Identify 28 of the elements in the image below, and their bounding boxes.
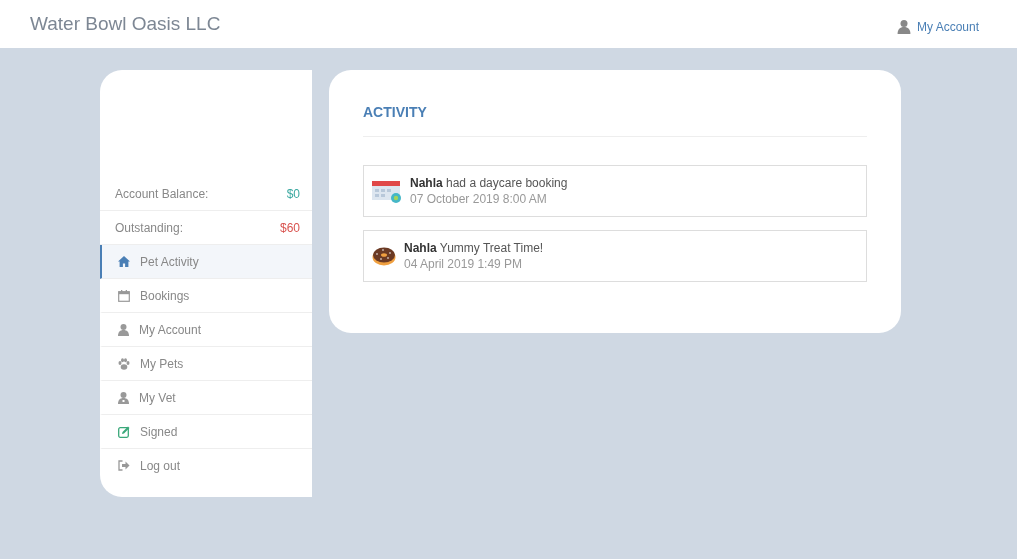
user-icon	[118, 323, 129, 336]
nav-item[interactable]: Log out	[100, 449, 312, 482]
balance-label: Account Balance:	[115, 186, 209, 201]
activity-text: Nahla Yummy Treat Time!	[404, 241, 544, 255]
doctor-icon	[118, 391, 129, 404]
nav-item[interactable]: Pet Activity	[100, 245, 312, 279]
activity-time: 04 April 2019 1:49 PM	[404, 257, 524, 271]
brand-title: Water Bowl Oasis LLC	[30, 13, 221, 35]
activity-text: Nahla had a daycare booking	[410, 176, 568, 190]
nav-item[interactable]: My Pets	[100, 347, 312, 381]
nav-item[interactable]: Signed	[100, 415, 312, 449]
my-account-link[interactable]: My Account	[896, 20, 979, 34]
donut-icon	[372, 246, 396, 266]
nav-item[interactable]: My Account	[100, 313, 312, 347]
activity-time: 07 October 2019 8:00 AM	[410, 192, 548, 206]
logout-icon	[118, 460, 130, 471]
edit-icon	[118, 425, 130, 438]
activity-title: ACTIVITY	[363, 104, 867, 137]
balance-amount: $60	[279, 220, 300, 235]
balance-amount: $0	[286, 186, 300, 201]
balance-label: Outstanding:	[115, 220, 184, 235]
calendar-icon	[118, 289, 130, 302]
calendar-icon	[372, 178, 402, 204]
nav-item[interactable]: Bookings	[100, 279, 312, 313]
nav-item[interactable]: My Vet	[100, 381, 312, 415]
home-icon	[118, 256, 130, 267]
user-icon	[896, 20, 911, 34]
paw-icon	[118, 357, 130, 370]
